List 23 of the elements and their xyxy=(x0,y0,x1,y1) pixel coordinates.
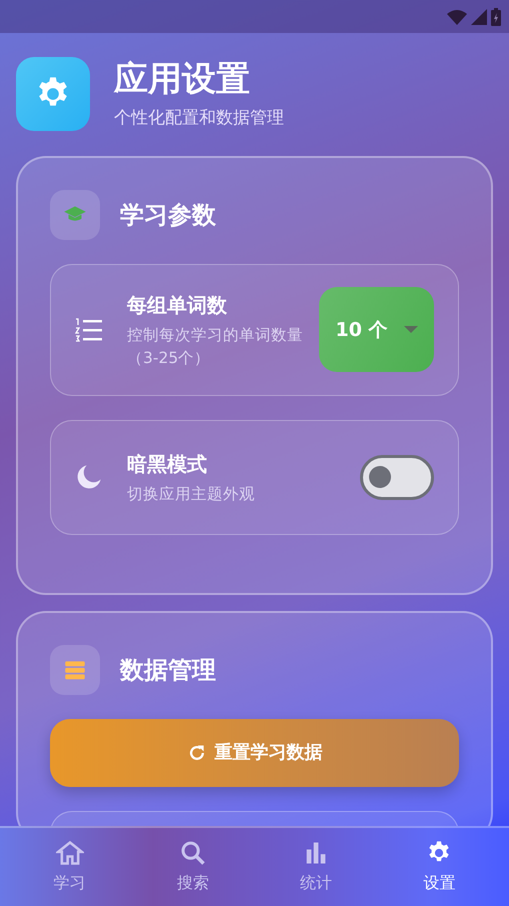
signal-icon xyxy=(471,8,487,24)
page-subtitle: 个性化配置和数据管理 xyxy=(114,107,284,130)
home-icon xyxy=(56,839,84,867)
setting-description: 控制每次学习的单词数量（3-25个） xyxy=(127,324,304,369)
dark-mode-switch[interactable] xyxy=(360,454,434,500)
wifi-icon xyxy=(447,8,467,24)
nav-tab[interactable]: 统计 xyxy=(294,838,338,896)
nav-tab[interactable]: 搜索 xyxy=(170,838,215,896)
numbered-list-icon xyxy=(75,316,103,343)
search-icon xyxy=(178,839,207,867)
word-count-select[interactable]: 10 个 xyxy=(319,287,434,372)
setting-title: 暗黑模式 xyxy=(127,450,208,478)
battery-icon xyxy=(491,8,501,26)
setting-description: 切换应用主题外观 xyxy=(127,484,256,505)
section-title: 学习参数 xyxy=(120,200,216,231)
setting-title: 每组单词数 xyxy=(127,292,228,319)
reset-data-button[interactable]: 重置学习数据 xyxy=(50,718,459,787)
page-title: 应用设置 xyxy=(114,61,251,98)
caret-down-icon xyxy=(404,326,418,334)
nav-tab[interactable]: 学习 xyxy=(48,838,92,896)
section-title: 数据管理 xyxy=(120,654,216,686)
nav-tab[interactable]: 设置 xyxy=(417,838,462,896)
moon-icon xyxy=(75,463,103,492)
